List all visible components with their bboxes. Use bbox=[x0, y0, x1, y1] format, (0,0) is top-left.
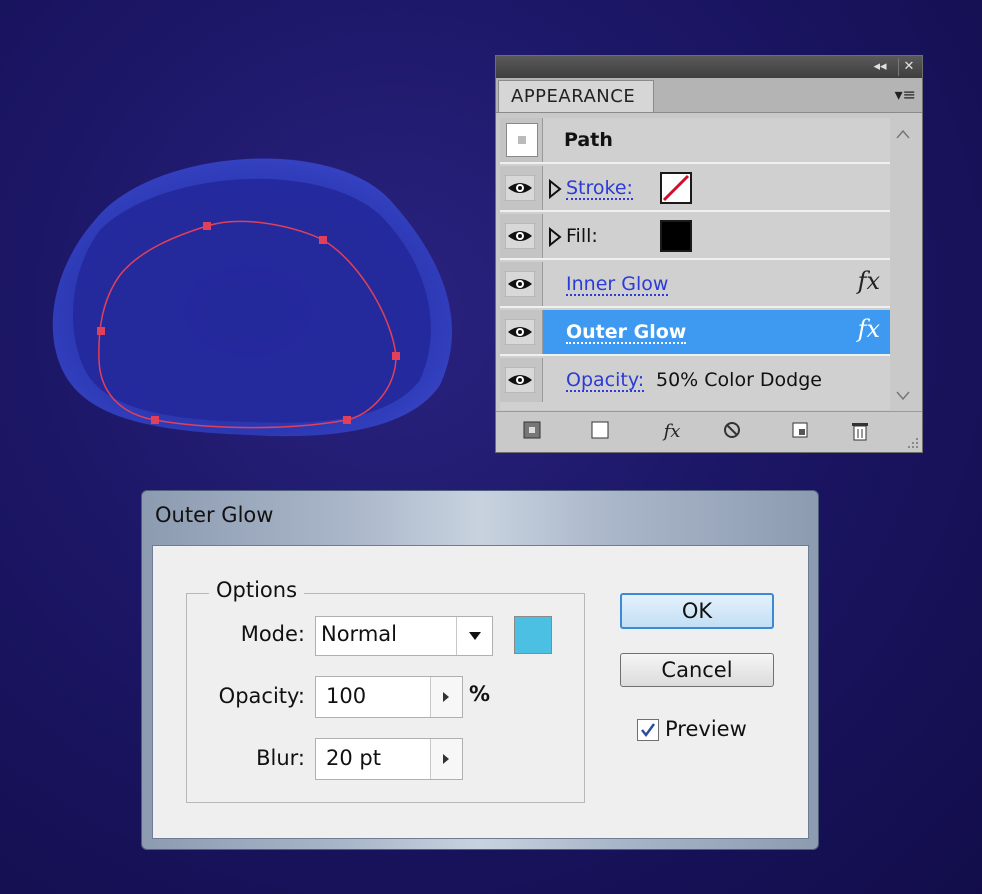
opacity-input-value: 100 bbox=[326, 684, 367, 708]
list-row-stroke[interactable]: Stroke: bbox=[500, 166, 890, 212]
options-group: Options Mode: Normal Opacity: 100 % Blur… bbox=[186, 578, 585, 803]
resize-grip-icon[interactable] bbox=[904, 434, 920, 450]
blur-label: Blur: bbox=[256, 746, 305, 770]
eye-icon bbox=[505, 223, 535, 249]
fx-icon: fx bbox=[857, 267, 880, 295]
panel-menu-button[interactable]: ▾≡ bbox=[895, 86, 916, 104]
opacity-unit: % bbox=[469, 682, 491, 706]
opacity-label: Opacity: bbox=[218, 684, 305, 708]
visibility-toggle-opacity[interactable] bbox=[500, 358, 543, 402]
duplicate-icon bbox=[792, 422, 808, 438]
eye-icon bbox=[505, 175, 535, 201]
path-label: Path bbox=[564, 129, 613, 151]
outer-glow-link[interactable]: Outer Glow bbox=[566, 322, 687, 344]
path-thumbnail-cell bbox=[500, 118, 543, 162]
tab-appearance[interactable]: APPEARANCE bbox=[498, 80, 654, 112]
stroke-link[interactable]: Stroke: bbox=[566, 178, 633, 200]
dialog-title: Outer Glow bbox=[155, 503, 274, 527]
fx-icon: fx bbox=[663, 421, 681, 442]
stroke-square-icon bbox=[523, 421, 541, 439]
mode-dropdown-arrow[interactable] bbox=[456, 617, 492, 655]
visibility-toggle-inner-glow[interactable] bbox=[500, 262, 543, 306]
glow-color-swatch[interactable] bbox=[514, 616, 552, 654]
inner-glow-link[interactable]: Inner Glow bbox=[566, 274, 669, 296]
expand-triangle-icon[interactable] bbox=[548, 227, 562, 247]
opacity-link[interactable]: Opacity: bbox=[566, 370, 645, 392]
mode-label: Mode: bbox=[240, 622, 305, 646]
panel-tab-row: APPEARANCE ▾≡ bbox=[496, 78, 922, 113]
list-row-inner-glow[interactable]: Inner Glow fx bbox=[500, 262, 890, 308]
add-effect-button[interactable]: fx bbox=[654, 420, 690, 444]
mode-value: Normal bbox=[321, 622, 397, 646]
stroke-swatch[interactable] bbox=[660, 172, 692, 204]
visibility-toggle-outer-glow[interactable] bbox=[500, 310, 543, 354]
close-panel-button[interactable]: ✕ bbox=[898, 58, 919, 76]
blur-input-value: 20 pt bbox=[326, 746, 381, 770]
blur-slider-button[interactable] bbox=[430, 739, 462, 779]
preview-label[interactable]: Preview bbox=[665, 717, 747, 741]
visibility-toggle-stroke[interactable] bbox=[500, 166, 543, 210]
chevron-right-icon bbox=[443, 754, 449, 764]
opacity-value: 50% Color Dodge bbox=[656, 369, 822, 391]
list-row-outer-glow[interactable]: Outer Glow fx bbox=[500, 310, 890, 356]
list-row-fill[interactable]: Fill: bbox=[500, 214, 890, 260]
opacity-input[interactable]: 100 bbox=[315, 676, 463, 718]
duplicate-item-button[interactable] bbox=[788, 420, 812, 444]
mode-select[interactable]: Normal bbox=[315, 616, 493, 656]
eye-icon bbox=[505, 367, 535, 393]
list-row-opacity[interactable]: Opacity: 50% Color Dodge bbox=[500, 358, 890, 404]
blur-input[interactable]: 20 pt bbox=[315, 738, 463, 780]
chevron-right-icon bbox=[443, 692, 449, 702]
eye-icon bbox=[505, 319, 535, 345]
options-group-label: Options bbox=[209, 578, 305, 602]
fill-square-icon bbox=[591, 421, 609, 439]
panel-bottom-toolbar: fx bbox=[496, 411, 922, 452]
clear-appearance-button[interactable] bbox=[720, 420, 744, 444]
chevron-down-icon bbox=[469, 632, 481, 640]
list-row-path[interactable]: Path bbox=[500, 118, 890, 164]
fx-icon: fx bbox=[857, 315, 880, 343]
panel-scrollbar[interactable] bbox=[892, 118, 914, 410]
add-new-stroke-button[interactable] bbox=[520, 420, 544, 444]
fill-label: Fill: bbox=[566, 225, 598, 247]
preview-checkbox[interactable] bbox=[637, 719, 659, 741]
add-new-fill-button[interactable] bbox=[588, 420, 612, 444]
scroll-down-icon[interactable] bbox=[892, 386, 914, 406]
scroll-up-icon[interactable] bbox=[892, 124, 914, 144]
opacity-slider-button[interactable] bbox=[430, 677, 462, 717]
outer-glow-dialog: Outer Glow Options Mode: Normal Opacity:… bbox=[141, 490, 819, 850]
ok-button[interactable]: OK bbox=[620, 593, 774, 629]
visibility-toggle-fill[interactable] bbox=[500, 214, 543, 258]
eye-icon bbox=[505, 271, 535, 297]
delete-item-button[interactable] bbox=[848, 420, 872, 444]
path-thumbnail bbox=[506, 123, 538, 157]
clear-circle-icon bbox=[724, 422, 740, 438]
panel-titlebar: ◂◂ ✕ bbox=[496, 56, 922, 78]
none-color-icon bbox=[662, 174, 690, 202]
fill-swatch[interactable] bbox=[660, 220, 692, 252]
expand-triangle-icon[interactable] bbox=[548, 179, 562, 199]
cancel-button[interactable]: Cancel bbox=[620, 653, 774, 687]
dialog-body: Options Mode: Normal Opacity: 100 % Blur… bbox=[152, 545, 809, 839]
collapse-panel-button[interactable]: ◂◂ bbox=[868, 58, 892, 76]
appearance-list: Path Stroke: Fill: Inner Glow fx Outer G… bbox=[500, 118, 890, 410]
trash-icon bbox=[852, 423, 868, 441]
appearance-panel: ◂◂ ✕ APPEARANCE ▾≡ Path Stroke: Fill: In… bbox=[495, 55, 923, 453]
checkmark-icon bbox=[641, 723, 656, 738]
